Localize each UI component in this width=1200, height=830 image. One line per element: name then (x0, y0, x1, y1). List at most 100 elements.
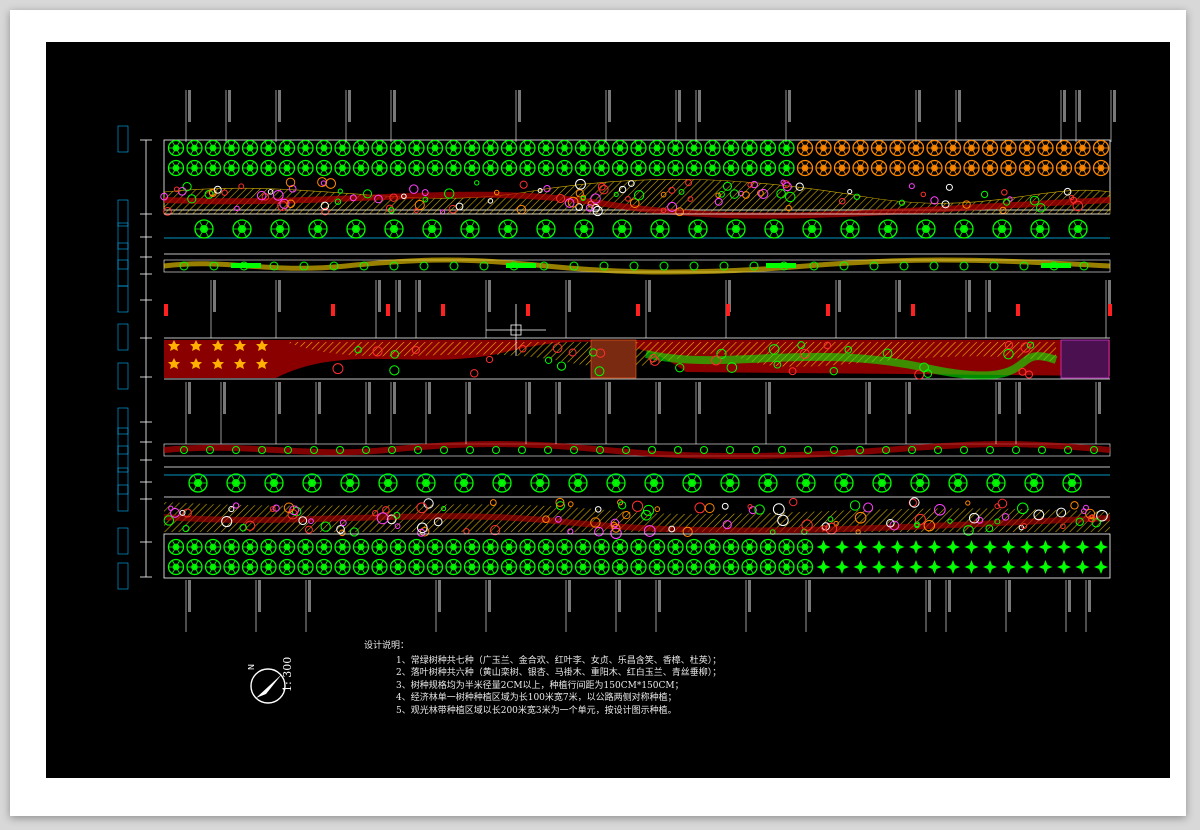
street-tree-symbol (720, 473, 740, 493)
shrub-symbol (492, 446, 500, 454)
street-tree-symbol (726, 219, 746, 239)
tree-symbol (759, 558, 777, 576)
tree-symbol (408, 558, 425, 576)
tree-symbol (1037, 159, 1054, 177)
conifer-symbol (964, 560, 979, 574)
conifer-symbol (927, 540, 942, 554)
street-tree-symbol (454, 473, 474, 493)
tree-symbol (778, 538, 795, 556)
label-mark (278, 382, 281, 414)
tree-symbol (223, 538, 240, 556)
street-tree-symbol (232, 219, 252, 239)
tree-symbol (722, 558, 740, 576)
conifer-symbol (853, 540, 868, 554)
label-mark (568, 580, 571, 612)
tree-symbol (426, 558, 444, 576)
shrub-symbol (920, 191, 927, 198)
conifer-symbol (835, 540, 849, 554)
tree-symbol (167, 159, 185, 177)
tree-symbol (186, 159, 203, 177)
label-mark (228, 90, 231, 122)
central-flower-bed (1060, 339, 1110, 379)
tree-symbol (537, 159, 555, 177)
red-marker (1016, 304, 1020, 316)
tree-symbol (408, 159, 425, 177)
label-mark (648, 280, 651, 312)
shrub-symbol (929, 261, 939, 271)
tree-symbol (204, 538, 222, 556)
street-tree-symbol (612, 219, 632, 239)
red-marker (164, 304, 168, 316)
tree-symbol (500, 159, 518, 177)
tree-symbol (963, 159, 980, 177)
street-tree-symbol (498, 219, 518, 239)
tree-symbol (297, 538, 314, 556)
street-tree-symbol (758, 473, 778, 493)
conifer-symbol (1001, 540, 1016, 554)
tree-symbol (315, 538, 333, 556)
conifer-symbol (816, 560, 831, 574)
tree-symbol (371, 538, 388, 556)
tree-symbol (611, 139, 629, 157)
street-tree-symbol (536, 219, 556, 239)
shrub-symbol (959, 261, 969, 271)
tree-symbol (1000, 159, 1017, 177)
tree-symbol (648, 139, 666, 157)
tree-symbol (815, 159, 832, 177)
tree-symbol (482, 538, 499, 556)
tree-symbol (611, 159, 629, 177)
street-tree-symbol (1062, 473, 1082, 493)
label-mark (278, 280, 281, 312)
tree-symbol (260, 159, 277, 177)
conifer-symbol (1057, 560, 1071, 574)
tree-symbol (870, 139, 888, 157)
street-tree-symbol (840, 219, 860, 239)
bottom-forest-belt-border (163, 533, 1111, 579)
tree-symbol (223, 139, 240, 157)
conifer-symbol (853, 560, 868, 574)
tree-symbol (704, 558, 721, 576)
street-tree-symbol (308, 219, 328, 239)
street-tree-symbol (384, 219, 404, 239)
tree-symbol (648, 538, 666, 556)
tree-symbol (482, 159, 499, 177)
tree-symbol (648, 558, 666, 576)
label-mark (558, 382, 561, 414)
design-note-item: 4、经济林单一树种种植区域为长100米宽7米，以公路两侧对称种植； (396, 693, 677, 704)
tree-symbol (463, 139, 481, 157)
tree-symbol (944, 139, 962, 157)
tree-symbol (852, 139, 869, 157)
street-tree-symbol (764, 219, 784, 239)
street-tree-symbol (530, 473, 550, 493)
street-tree-symbol (878, 219, 898, 239)
hedge-symbol (1041, 263, 1071, 268)
tree-symbol (685, 538, 703, 556)
tree-symbol (796, 159, 814, 177)
label-mark (958, 90, 961, 122)
conifer-symbol (1038, 560, 1053, 574)
shrub-symbol (789, 497, 798, 507)
shrub-symbol (700, 446, 708, 454)
street-tree-symbol (302, 473, 322, 493)
conifer-symbol (964, 540, 979, 554)
conifer-symbol (872, 560, 886, 574)
tree-symbol (334, 538, 351, 556)
street-tree-symbol (378, 473, 398, 493)
label-mark (213, 280, 216, 312)
label-mark (808, 580, 811, 612)
tree-symbol (500, 139, 518, 157)
tree-symbol (371, 159, 388, 177)
tree-symbol (278, 558, 296, 576)
conifer-symbol (1020, 540, 1034, 554)
label-mark (658, 382, 661, 414)
tree-symbol (630, 139, 647, 157)
red-marker (526, 304, 530, 316)
street-tree-symbol (872, 473, 892, 493)
tree-symbol (741, 558, 758, 576)
street-tree-symbol (1030, 219, 1050, 239)
tree-symbol (667, 538, 684, 556)
shrub-symbol (485, 355, 494, 364)
design-note-item: 2、落叶树种共六种（黄山栾树、银杏、马褂木、重阳木、红白玉兰、青丝垂柳）； (396, 668, 722, 679)
shrub-symbol (945, 183, 953, 191)
shrub-symbol (182, 182, 192, 192)
